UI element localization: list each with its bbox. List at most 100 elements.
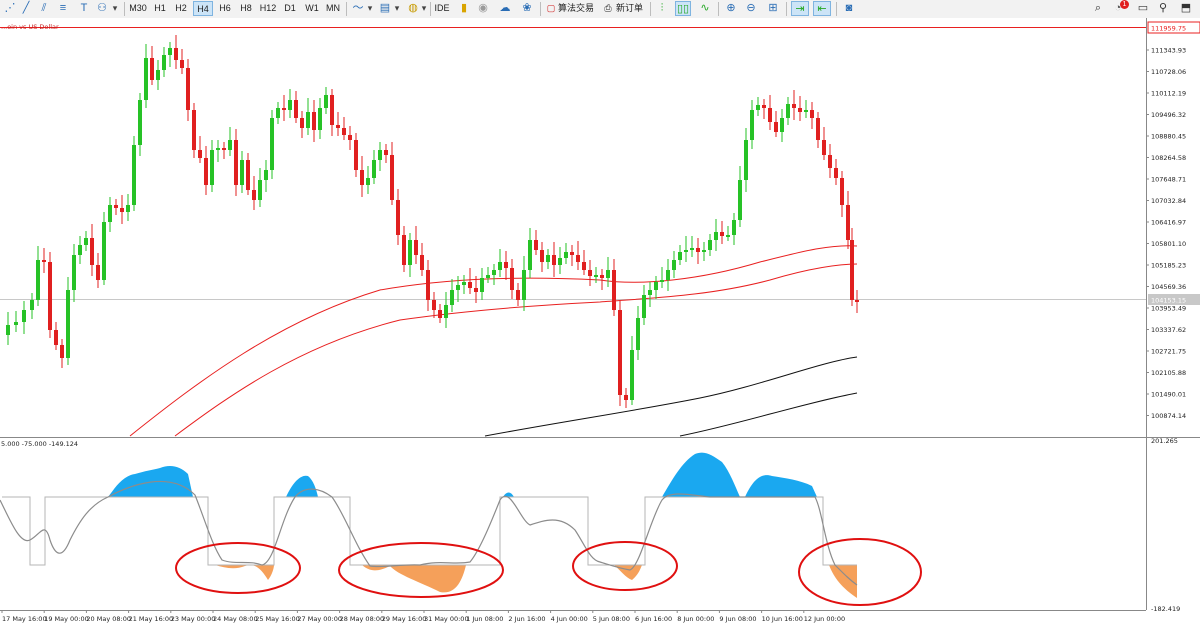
candle-body [774, 122, 778, 132]
shapes-dropdown-icon[interactable]: ▾ [111, 1, 119, 16]
current-price-tag-text: 111959.75 [1151, 25, 1186, 33]
candle-body [570, 252, 574, 255]
timeframe-h4[interactable]: H4 [193, 1, 213, 16]
chart-type-icon[interactable]: 〜 [350, 1, 366, 16]
price-axis-label: 108264.58 [1151, 154, 1186, 162]
toolbar-separator [540, 2, 541, 16]
market-icon[interactable]: ❀ [519, 1, 535, 16]
chat-icon[interactable]: ▭ [1135, 1, 1151, 16]
time-axis-label: 5 Jun 08:00 [593, 615, 630, 623]
time-axis-label: 21 May 16:00 [129, 615, 174, 623]
timeframe-h8[interactable]: H8 [236, 1, 256, 16]
zoom-in-icon[interactable]: ⊕ [723, 1, 739, 16]
trendline-icon[interactable]: ╱ [18, 1, 34, 16]
toolbar-separator [836, 2, 837, 16]
candle-body [846, 205, 850, 240]
time-axis-label: 8 Jun 00:00 [677, 615, 714, 623]
candle-body [684, 250, 688, 252]
candle-body [618, 310, 622, 395]
candle-body [558, 258, 562, 265]
new-order-button[interactable]: 新订单 [616, 1, 646, 16]
search-icon[interactable]: ⌕ [1090, 1, 1106, 16]
candle-body [420, 255, 424, 270]
grid-icon[interactable]: ⊞ [765, 1, 781, 16]
cloud-icon[interactable]: ☁ [497, 1, 513, 16]
timeframe-h12[interactable]: H12 [258, 1, 278, 16]
candle-body [850, 240, 854, 300]
screenshot-icon[interactable]: ◙ [841, 1, 857, 16]
candle-body [126, 205, 130, 212]
chart-shift-icon[interactable]: ⇤ [813, 1, 831, 16]
candle-body [324, 95, 328, 108]
candle-body [612, 270, 616, 310]
new-order-icon[interactable]: ⎙ [602, 1, 614, 16]
chart-type-dropdown-icon[interactable]: ▾ [366, 1, 374, 16]
timeframe-d1[interactable]: D1 [280, 1, 300, 16]
indicators-icon[interactable]: ▤ [377, 1, 393, 16]
candle-body [102, 222, 106, 280]
templates-icon[interactable]: ◍ [405, 1, 421, 16]
candle-body [720, 232, 724, 236]
candlestick-icon[interactable]: ▯▯ [675, 1, 691, 16]
line-chart-icon[interactable]: ∿ [697, 1, 713, 16]
cursor-icon[interactable]: ⋰ [2, 1, 18, 16]
candle-body [288, 100, 292, 110]
candle-body [48, 262, 52, 330]
candle-body [786, 104, 790, 118]
candle-body [444, 305, 448, 318]
zoom-out-icon[interactable]: ⊖ [743, 1, 759, 16]
autoscroll-icon[interactable]: ⇥ [791, 1, 809, 16]
candle-body [234, 140, 238, 185]
templates-dropdown-icon[interactable]: ▾ [420, 1, 428, 16]
candle-body [30, 300, 34, 310]
toolbar-separator [650, 2, 651, 16]
time-axis-label: 27 May 00:00 [297, 615, 342, 623]
time-axis-label: 20 May 08:00 [86, 615, 131, 623]
candle-body [540, 250, 544, 262]
timeframe-h2[interactable]: H2 [171, 1, 191, 16]
algo-trading-icon[interactable]: ▢ [546, 1, 556, 16]
candle-body [228, 140, 232, 150]
account-icon[interactable]: ⚲ [1155, 1, 1171, 16]
timeframe-mn[interactable]: MN [323, 1, 343, 16]
ide-button[interactable]: IDE [433, 1, 451, 16]
lock-icon[interactable]: ▮ [456, 1, 472, 16]
candle-body [714, 232, 718, 240]
candle-body [300, 118, 304, 128]
toolbar-separator [786, 2, 787, 16]
price-axis-label: 105185.23 [1151, 262, 1186, 270]
candle-body [318, 108, 322, 130]
price-axis-label: 103337.62 [1151, 326, 1186, 334]
candle-body [855, 300, 859, 302]
bar-chart-icon[interactable]: ⫶ [654, 1, 670, 16]
price-axis-label: 103953.49 [1151, 305, 1186, 313]
crosshair-icon[interactable]: ≡ [55, 1, 71, 16]
price-axis-label: 102721.75 [1151, 348, 1186, 356]
price-axis-label: 107648.71 [1151, 176, 1186, 184]
chart-area[interactable]: 111343.93 110728.06 110112.19 109496.32 1088… [0, 18, 1200, 631]
algo-trading-button[interactable]: 算法交易 [558, 1, 598, 16]
channel-icon[interactable]: ⫽ [36, 1, 52, 16]
candle-body [804, 110, 808, 112]
indicators-dropdown-icon[interactable]: ▾ [393, 1, 401, 16]
candle-body [654, 282, 658, 290]
timeframe-h6[interactable]: H6 [215, 1, 235, 16]
timeframe-w1[interactable]: W1 [302, 1, 322, 16]
price-axis-label: 106416.97 [1151, 219, 1186, 227]
text-tool-icon[interactable]: T [76, 1, 92, 16]
time-axis-label: 23 May 00:00 [171, 615, 216, 623]
candle-body [156, 70, 160, 80]
time-axis-label: 12 Jun 00:00 [804, 615, 845, 623]
signal-icon[interactable]: ◉ [475, 1, 491, 16]
candle-body [132, 145, 136, 205]
candle-body [252, 190, 256, 200]
signals-icon[interactable]: ⬒ [1178, 1, 1194, 16]
candle-body [294, 100, 298, 118]
time-axis-label: 28 May 08:00 [340, 615, 385, 623]
candle-body [192, 110, 196, 150]
candle-body [216, 148, 220, 150]
shapes-icon[interactable]: ⚇ [94, 1, 110, 16]
candle-body [498, 262, 502, 270]
timeframe-m30[interactable]: M30 [128, 1, 148, 16]
timeframe-h1[interactable]: H1 [150, 1, 170, 16]
